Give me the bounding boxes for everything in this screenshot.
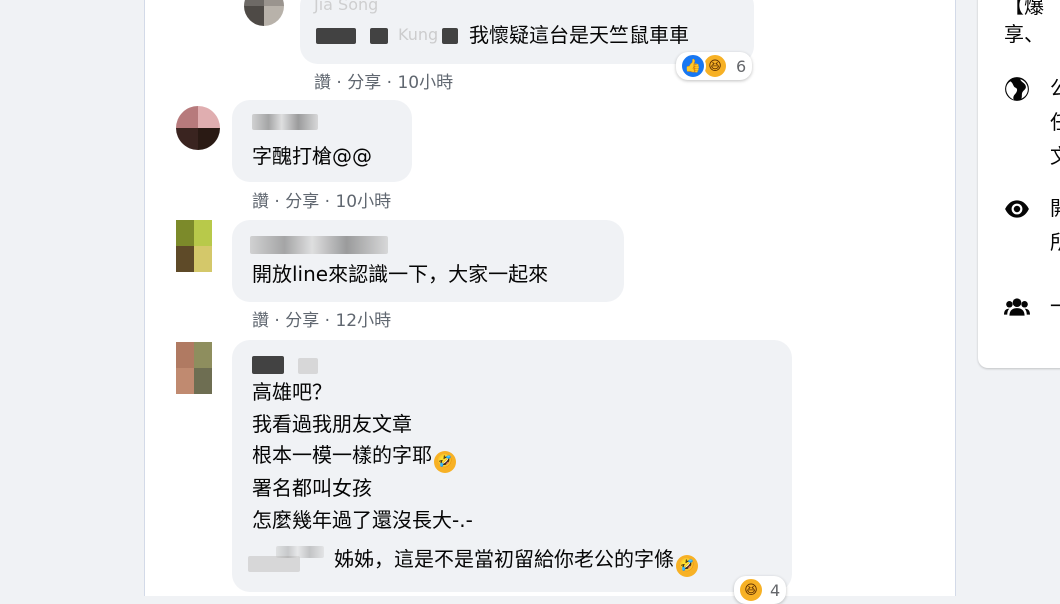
globe-icon [1005,77,1029,101]
comment-line: 高雄吧？ [252,380,332,404]
comment-actions: 讚 · 分享 · 10小時 [314,73,454,93]
like-link[interactable]: 讚 [252,311,269,331]
share-link[interactable]: 分享 [285,311,319,331]
like-link[interactable]: 讚 [252,192,269,212]
author-name-blurred[interactable] [250,236,388,254]
reaction-count: 6 [736,56,747,76]
reply-line: 姊姊，這是不是當初留給你老公的字條 🤣 [334,544,698,577]
avatar[interactable] [176,220,212,272]
comment-actions: 讚 · 分享 · 12小時 [252,311,392,331]
mention-blurred[interactable] [276,546,324,558]
panel-item-text: 一 [1050,292,1060,320]
tag-name-fragment[interactable]: Kung [398,25,438,44]
share-link[interactable]: 分享 [285,192,319,212]
timestamp[interactable]: 10小時 [397,73,453,93]
rofl-emoji-icon: 🤣 [434,451,456,473]
comment-text: 字醜打槍@@ [252,144,372,168]
mention-blurred[interactable] [248,556,300,572]
comment-actions: 讚 · 分享 · 10小時 [252,192,392,212]
author-name-blurred[interactable] [298,358,318,374]
tag-blur [370,28,388,44]
eye-icon [1005,200,1029,218]
author-name-blurred[interactable] [252,356,284,374]
haha-icon: 😆 [738,577,764,603]
comment-text: 開放line來認識一下，大家一起來 [252,262,549,286]
panel-item-text: 任 [1050,108,1060,136]
comment-line: 根本一模一樣的字耶 🤣 [252,440,473,473]
panel-subtitle: 享、 [1004,22,1044,46]
comment-text: 我懷疑這台是天竺鼠車車 [469,23,689,47]
comment-line: 我看過我朋友文章 [252,411,412,436]
tag-blur [316,28,356,44]
share-link[interactable]: 分享 [347,73,381,93]
reaction-count: 4 [770,580,781,600]
timestamp[interactable]: 10小時 [335,192,391,212]
like-icon: 👍 [680,53,706,79]
comment-line: 怎麼幾年過了還沒長大-.- [252,507,473,532]
panel-item-text: 公 [1050,74,1060,102]
avatar[interactable] [176,342,212,394]
panel-heading: 【爆 [1004,0,1044,18]
group-icon [1004,298,1030,316]
avatar[interactable] [176,106,220,150]
panel-item-text: 所 [1050,228,1060,256]
tag-blur [442,28,458,44]
rofl-emoji-icon: 🤣 [676,555,698,577]
like-link[interactable]: 讚 [314,73,331,93]
panel-item-text: 開 [1050,194,1060,222]
comment-text-block: 高雄吧？ 我看過我朋友文章 根本一模一樣的字耶 🤣 署名都叫女孩 怎麼幾年過了還沒… [252,377,473,536]
timestamp[interactable]: 12小時 [335,311,391,331]
reaction-summary[interactable]: 😆 4 [734,576,787,604]
reaction-summary[interactable]: 👍 😆 6 [676,52,753,80]
comment-author[interactable]: Jia Song [314,0,378,14]
panel-item-text: 文 [1050,142,1060,170]
author-name-blurred[interactable] [252,114,318,130]
comment-line: 署名都叫女孩 [252,476,372,500]
